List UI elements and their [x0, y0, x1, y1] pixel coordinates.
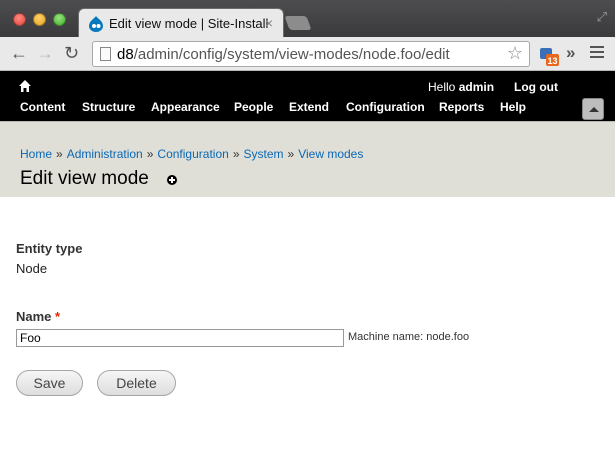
breadcrumb-separator: » [56, 147, 63, 161]
browser-menu-icon[interactable] [590, 46, 604, 61]
name-label: Name * [16, 309, 61, 324]
menu-item-help[interactable]: Help [500, 100, 526, 114]
url-host: d8 [117, 46, 134, 63]
menu-item-people[interactable]: People [234, 100, 273, 114]
browser-titlebar: Edit view mode | Site-Install × ⤢ [0, 0, 615, 38]
toolbar-orientation-toggle[interactable] [582, 98, 604, 120]
address-bar[interactable]: d8/admin/config/system/view-modes/node.f… [92, 41, 530, 67]
browser-toolbar: ← → ↻ d8/admin/config/system/view-modes/… [0, 37, 615, 71]
delete-button[interactable]: Delete [97, 370, 176, 396]
breadcrumb-separator: » [146, 147, 154, 161]
window-minimize-button[interactable] [33, 13, 46, 26]
menu-item-reports[interactable]: Reports [439, 100, 484, 114]
window-maximize-button[interactable] [53, 13, 66, 26]
bookmark-star-icon[interactable]: ☆ [507, 43, 523, 64]
menu-item-content[interactable]: Content [20, 100, 65, 114]
new-tab-button[interactable] [284, 16, 312, 30]
breadcrumb-view-modes[interactable]: View modes [298, 147, 363, 161]
breadcrumb-separator: » [287, 147, 295, 161]
window-close-button[interactable] [13, 13, 26, 26]
breadcrumb-system[interactable]: System [244, 147, 284, 161]
machine-name: Machine name: node.foo [348, 331, 470, 343]
breadcrumb-separator: » [232, 147, 240, 161]
reload-button[interactable]: ↻ [64, 43, 79, 63]
entity-type-value: Node [16, 261, 48, 276]
tab-close-icon[interactable]: × [265, 15, 273, 31]
name-input[interactable] [16, 329, 344, 347]
fullscreen-icon[interactable]: ⤢ [597, 9, 607, 25]
machine-name-value: node.foo [426, 331, 470, 343]
forward-button[interactable]: → [36, 43, 54, 63]
menu-item-structure[interactable]: Structure [82, 100, 135, 114]
menu-item-appearance[interactable]: Appearance [151, 100, 220, 114]
drupal-favicon-icon [89, 16, 103, 32]
overflow-chevron-icon[interactable]: » [566, 43, 575, 63]
breadcrumb-administration[interactable]: Administration [67, 147, 143, 161]
home-icon[interactable] [18, 79, 32, 93]
user-greeting[interactable]: Hello admin [428, 80, 494, 94]
tab-title: Edit view mode | Site-Install [109, 16, 269, 31]
url-text[interactable]: d8/admin/config/system/view-modes/node.f… [117, 46, 450, 63]
url-path: /admin/config/system/view-modes/node.foo… [133, 46, 450, 63]
add-shortcut-icon[interactable] [167, 175, 177, 185]
logout-link[interactable]: Log out [514, 80, 558, 94]
breadcrumb-configuration[interactable]: Configuration [157, 147, 228, 161]
username: admin [458, 80, 495, 94]
menu-item-configuration[interactable]: Configuration [346, 100, 425, 114]
page-icon [100, 47, 111, 61]
menu-item-extend[interactable]: Extend [289, 100, 329, 114]
extension-icon[interactable]: 13 [538, 45, 560, 67]
required-marker: * [55, 309, 61, 324]
page-header: Home» Administration» Configuration» System… [0, 121, 615, 197]
breadcrumb-home[interactable]: Home [20, 147, 52, 161]
admin-toolbar: Hello admin Log out Content Structure Ap… [0, 71, 615, 121]
browser-tab-active[interactable]: Edit view mode | Site-Install × [78, 8, 284, 38]
page-title: Edit view mode [20, 168, 149, 189]
extension-badge: 13 [547, 56, 557, 66]
back-button[interactable]: ← [10, 43, 28, 63]
breadcrumb: Home» Administration» Configuration» System… [20, 147, 363, 161]
entity-type-label: Entity type [16, 241, 83, 256]
save-button[interactable]: Save [16, 370, 83, 396]
